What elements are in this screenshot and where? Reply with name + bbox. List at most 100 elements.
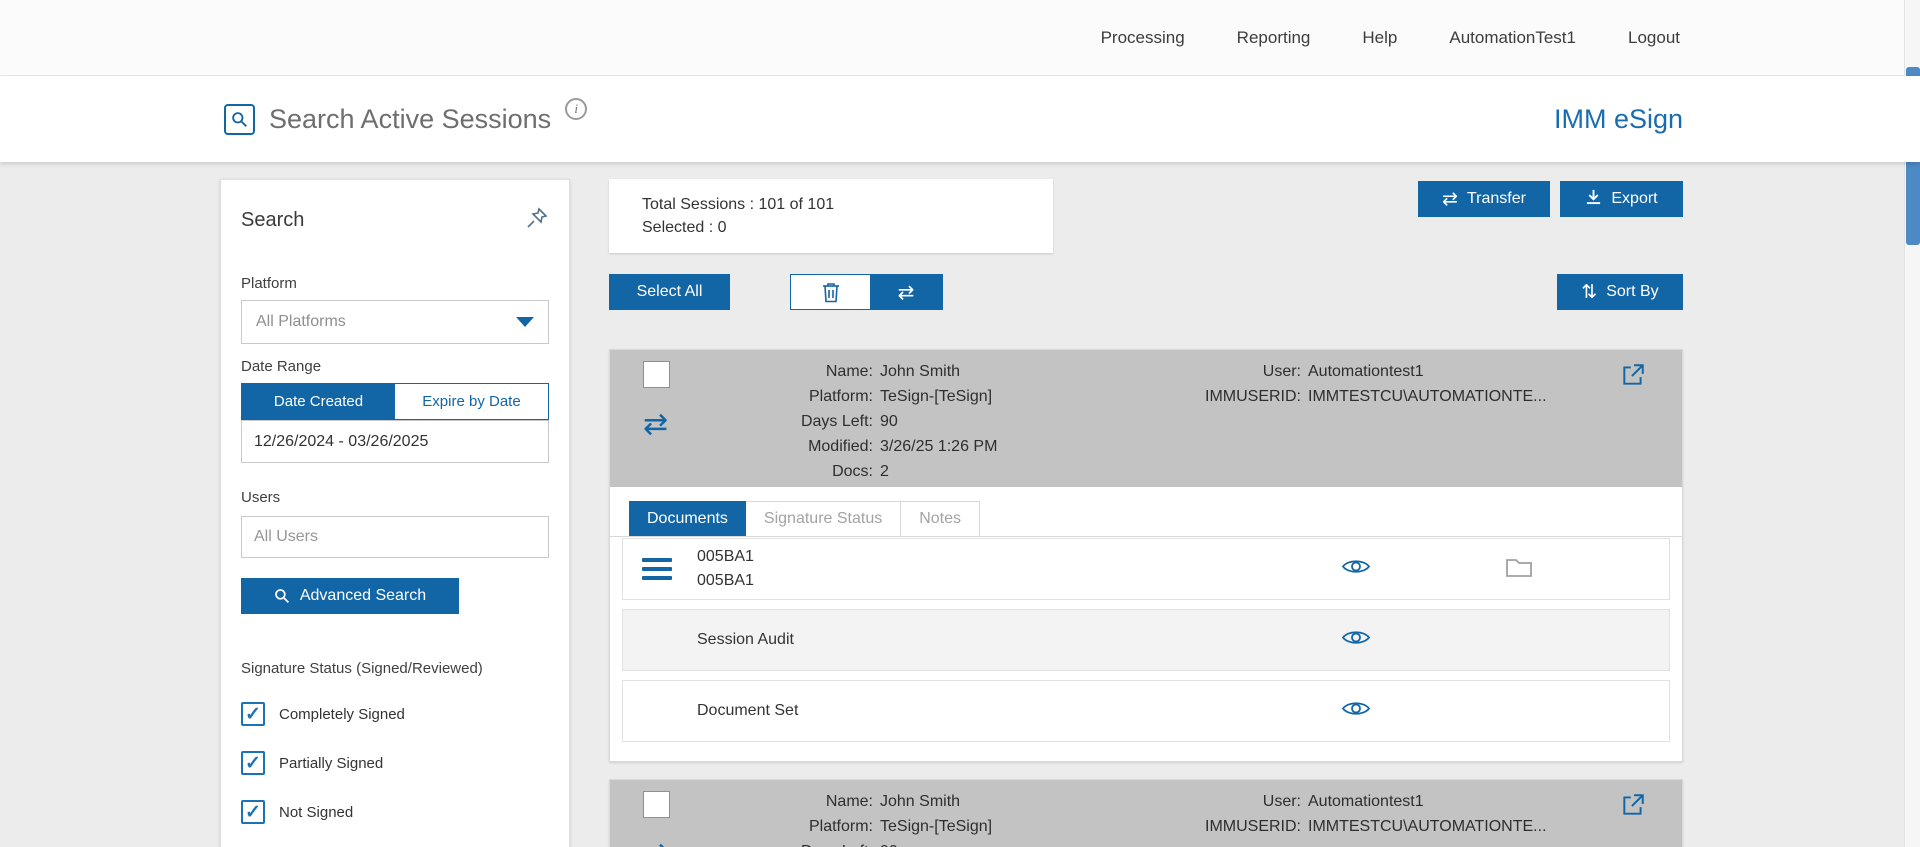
tab-notes[interactable]: Notes [901, 501, 981, 536]
sessions-main: Total Sessions : 101 of 101 Selected : 0… [609, 179, 1683, 847]
session-summary-card: Total Sessions : 101 of 101 Selected : 0 [609, 179, 1053, 253]
field-value: IMMTESTCU\AUTOMATIONTE... [1308, 818, 1547, 835]
selected-count-text: Selected : 0 [642, 218, 727, 236]
platform-label: Platform [241, 275, 297, 292]
session-card: ⇄ Name: John Smith Platform: TeSign-[TeSig… [609, 779, 1683, 847]
field-value: Automationtest1 [1308, 363, 1424, 380]
platform-dropdown[interactable]: All Platforms [241, 300, 549, 344]
users-input[interactable] [241, 516, 549, 558]
document-title: Document Set [697, 702, 799, 719]
chevron-down-icon [516, 317, 534, 327]
drag-handle-icon[interactable] [642, 558, 672, 585]
field-value: TeSign-[TeSign] [880, 388, 993, 405]
pin-icon[interactable] [525, 206, 549, 235]
delete-button[interactable] [791, 275, 870, 309]
checkbox-label: Not Signed [279, 803, 354, 821]
field-label: User: [1262, 363, 1301, 380]
field-label: Name: [825, 363, 873, 380]
field-value: Automationtest1 [1308, 793, 1424, 810]
sort-icon: ⇅ [1581, 280, 1598, 303]
date-range-toggle: Date Created Expire by Date [241, 383, 549, 420]
search-panel: Search Platform All Platforms Date Range… [220, 179, 570, 847]
advanced-search-button[interactable]: Advanced Search [241, 578, 459, 614]
session-select-checkbox[interactable] [643, 361, 670, 388]
export-label: Export [1611, 190, 1658, 207]
session-transfer-icon[interactable]: ⇄ [643, 840, 670, 847]
advanced-search-label: Advanced Search [299, 587, 427, 604]
search-sessions-icon [224, 103, 255, 135]
document-row[interactable]: Document Set [622, 680, 1670, 742]
field-label: Days Left: [710, 839, 873, 847]
field-label: Platform: [808, 818, 873, 835]
users-label: Users [241, 489, 281, 506]
checkbox-icon: ✓ [241, 800, 265, 824]
field-value: 90 [880, 839, 898, 847]
sort-by-button[interactable]: ⇅ Sort By [1557, 274, 1683, 310]
transfer-icon: ⇄ [1442, 187, 1458, 210]
session-card: ⇄ Name: John Smith Platform: TeSign-[TeSig… [609, 349, 1683, 762]
tab-documents[interactable]: Documents [629, 501, 746, 536]
field-label: Platform: [808, 388, 873, 405]
date-created-tab[interactable]: Date Created [242, 384, 395, 419]
field-label: IMMUSERID: [1205, 388, 1301, 405]
platform-dropdown-value: All Platforms [256, 313, 346, 330]
field-label: Modified: [808, 438, 873, 455]
checkbox-not-signed[interactable]: ✓ Not Signed [241, 800, 549, 824]
brand-logo: IMM eSign [1553, 103, 1683, 134]
nav-user-menu[interactable]: AutomationTest1 [1449, 28, 1576, 48]
info-icon[interactable]: i [565, 98, 588, 120]
checkbox-icon: ✓ [241, 751, 265, 775]
field-label: Days Left: [800, 413, 873, 430]
search-panel-title: Search [241, 209, 305, 231]
session-tabs: Documents Signature Status Notes [610, 487, 1682, 537]
open-session-icon[interactable] [1620, 792, 1646, 823]
view-document-icon[interactable] [1341, 557, 1371, 581]
document-row[interactable]: Session Audit [622, 609, 1670, 671]
open-session-icon[interactable] [1620, 362, 1646, 393]
session-header: ⇄ Name: John Smith Platform: TeSign-[TeSig… [610, 350, 1682, 487]
document-list: 005BA1 005BA1 Session Audit Document Set [610, 538, 1682, 761]
bulk-transfer-button[interactable]: ⇄ [870, 275, 942, 309]
transfer-button[interactable]: ⇄ Transfer [1418, 181, 1550, 217]
expire-by-date-tab[interactable]: Expire by Date [395, 384, 548, 419]
view-document-icon[interactable] [1341, 699, 1371, 723]
transfer-label: Transfer [1466, 190, 1526, 207]
select-all-button[interactable]: Select All [609, 274, 730, 310]
document-title: 005BA1 [697, 548, 754, 565]
checkbox-completely-signed[interactable]: ✓ Completely Signed [241, 702, 549, 726]
view-document-icon[interactable] [1341, 628, 1371, 652]
content-area: Search Platform All Platforms Date Range… [0, 162, 1920, 847]
session-select-checkbox[interactable] [643, 791, 670, 818]
session-transfer-icon[interactable]: ⇄ [643, 410, 670, 440]
export-button[interactable]: Export [1560, 181, 1683, 217]
document-row[interactable]: 005BA1 005BA1 [622, 538, 1670, 600]
field-value: John Smith [880, 793, 961, 810]
app-header: Search Active Sessions i IMM eSign [0, 76, 1920, 162]
session-header: ⇄ Name: John Smith Platform: TeSign-[TeSig… [610, 780, 1682, 847]
field-value: IMMTESTCU\AUTOMATIONTE... [1308, 388, 1547, 405]
nav-help[interactable]: Help [1362, 28, 1397, 48]
document-title: Session Audit [697, 631, 794, 648]
tab-signature-status[interactable]: Signature Status [745, 501, 902, 536]
signature-status-label: Signature Status (Signed/Reviewed) [241, 660, 483, 677]
nav-processing[interactable]: Processing [1101, 28, 1185, 48]
select-all-label: Select All [636, 283, 703, 300]
top-nav: Processing Reporting Help AutomationTest… [0, 0, 1920, 76]
checkbox-label: Partially Signed [279, 754, 384, 772]
total-sessions-text: Total Sessions : 101 of 101 [642, 195, 835, 213]
date-range-input[interactable] [241, 420, 549, 463]
nav-reporting[interactable]: Reporting [1237, 28, 1311, 48]
checkbox-partially-signed[interactable]: ✓ Partially Signed [241, 751, 549, 775]
sort-by-label: Sort By [1606, 283, 1659, 300]
field-label: Name: [825, 793, 873, 810]
field-value: TeSign-[TeSign] [880, 818, 993, 835]
checkbox-icon: ✓ [241, 702, 265, 726]
field-label: IMMUSERID: [1205, 818, 1301, 835]
checkbox-label: Completely Signed [279, 705, 405, 723]
field-label: User: [1262, 793, 1301, 810]
download-icon [1585, 188, 1602, 210]
field-value: 2 [880, 463, 889, 480]
nav-logout[interactable]: Logout [1628, 28, 1680, 48]
folder-icon[interactable] [1505, 555, 1533, 583]
document-subtitle: 005BA1 [697, 572, 754, 589]
